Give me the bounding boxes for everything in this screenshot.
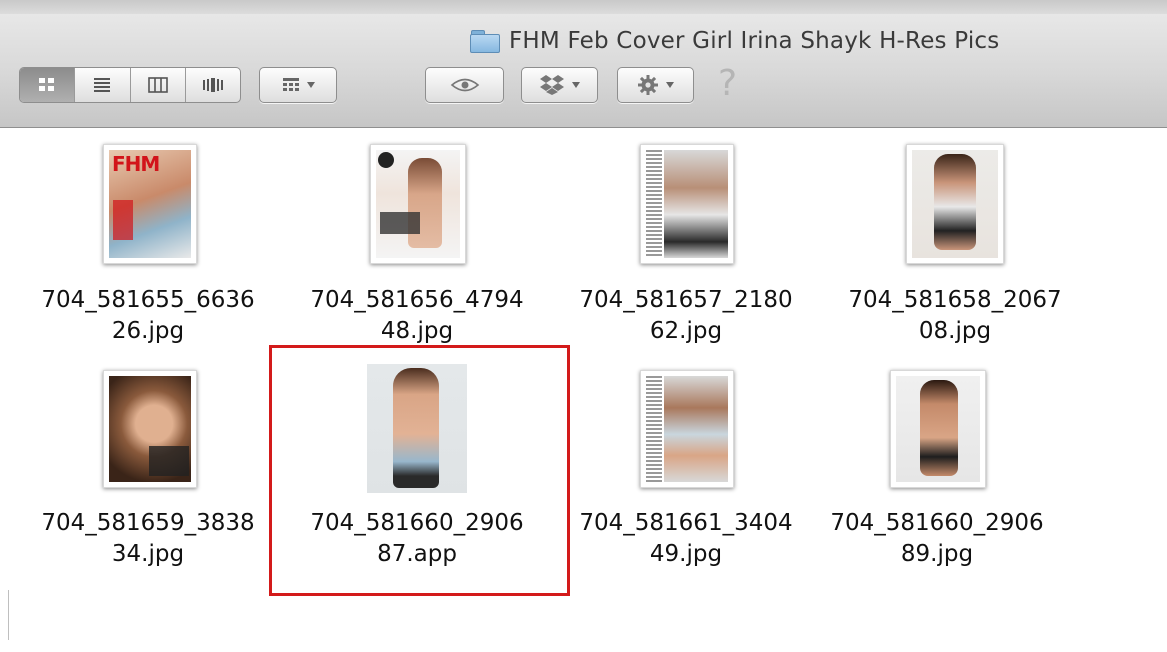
file-thumbnail[interactable] xyxy=(890,370,986,488)
columns-icon xyxy=(147,77,168,93)
arrange-button[interactable] xyxy=(259,67,337,103)
magazine-logo: FHM xyxy=(112,152,160,176)
column-view-button[interactable] xyxy=(131,68,186,102)
left-divider xyxy=(8,590,9,640)
file-thumbnail[interactable] xyxy=(370,144,466,264)
icon-view-button[interactable] xyxy=(20,68,76,102)
list-view-button[interactable] xyxy=(75,68,131,102)
list-icon xyxy=(94,78,111,92)
file-name[interactable]: 704_581658_2067 08.jpg xyxy=(840,285,1070,347)
file-name[interactable]: 704_581655_6636 26.jpg xyxy=(33,285,263,347)
file-thumbnail[interactable] xyxy=(103,370,197,488)
view-mode-control xyxy=(19,67,241,103)
finder-toolbar: FHM Feb Cover Girl Irina Shayk H-Res Pic… xyxy=(0,0,1167,128)
dropbox-icon xyxy=(540,75,564,95)
file-icon-grid: FHM 704_581655_6636 26.jpg 704_581656_479… xyxy=(0,128,1167,652)
chevron-down-icon xyxy=(572,82,580,88)
grid-icon xyxy=(39,78,55,91)
chevron-down-icon xyxy=(306,82,315,88)
coverflow-icon xyxy=(202,78,223,92)
file-thumbnail[interactable] xyxy=(906,144,1004,264)
window-top-strip xyxy=(0,0,1167,14)
quick-look-button[interactable] xyxy=(425,67,504,103)
arrange-grid-icon xyxy=(282,78,299,91)
action-menu-button[interactable] xyxy=(617,67,694,103)
gear-icon xyxy=(638,75,658,95)
window-title: FHM Feb Cover Girl Irina Shayk H-Res Pic… xyxy=(509,28,1000,54)
chevron-down-icon xyxy=(666,82,674,88)
file-name[interactable]: 704_581659_3838 34.jpg xyxy=(33,508,263,570)
window-title-bar: FHM Feb Cover Girl Irina Shayk H-Res Pic… xyxy=(470,26,999,56)
help-icon[interactable]: ? xyxy=(718,64,737,104)
eye-icon xyxy=(450,78,479,92)
file-thumbnail[interactable]: FHM xyxy=(103,144,197,264)
folder-icon xyxy=(470,30,500,53)
file-name[interactable]: 704_581660_2906 89.jpg xyxy=(822,508,1052,570)
file-name[interactable]: 704_581657_2180 62.jpg xyxy=(571,285,801,347)
file-name[interactable]: 704_581661_3404 49.jpg xyxy=(571,508,801,570)
dropbox-button[interactable] xyxy=(521,67,598,103)
cover-flow-view-button[interactable] xyxy=(186,68,240,102)
file-thumbnail[interactable] xyxy=(640,144,734,264)
highlight-box xyxy=(269,345,570,596)
file-name[interactable]: 704_581656_4794 48.jpg xyxy=(302,285,532,347)
file-thumbnail[interactable] xyxy=(640,370,734,488)
